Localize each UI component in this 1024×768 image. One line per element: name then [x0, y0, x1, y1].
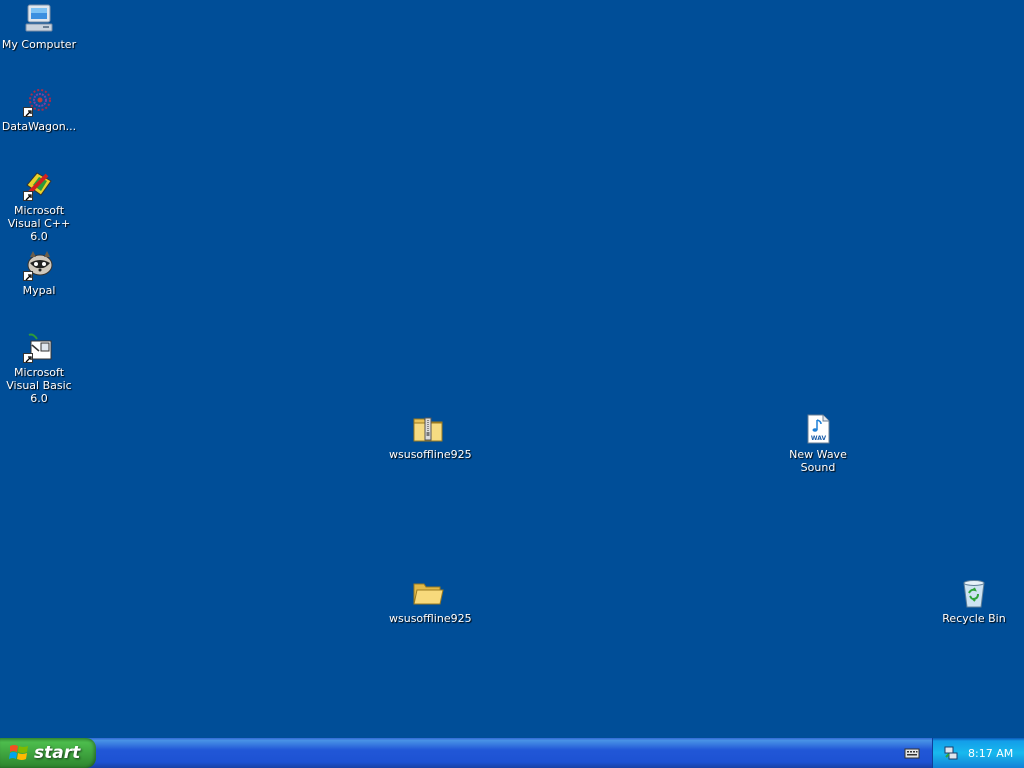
desktop-icon-my-computer[interactable]: My Computer	[0, 3, 78, 51]
mypal-shortcut-icon	[23, 249, 55, 281]
desktop-icon-recycle-bin[interactable]: Recycle Bin	[935, 577, 1013, 625]
svg-text:WAV: WAV	[811, 435, 827, 442]
desktop-icon-visual-basic[interactable]: Microsoft Visual Basic 6.0	[0, 331, 78, 405]
desktop-icon-label: Recycle Bin	[942, 612, 1006, 625]
my-computer-icon	[23, 3, 55, 35]
recycle-bin-icon	[958, 577, 990, 609]
desktop-icon-wsusoffline925-folder[interactable]: wsusoffline925	[389, 577, 472, 625]
system-tray: 8:17 AM	[932, 738, 1024, 768]
desktop-icon-label: wsusoffline925	[389, 448, 472, 461]
zip-folder-icon	[412, 413, 444, 445]
shortcut-arrow-icon	[23, 107, 33, 117]
taskbar: start 8:17 AM	[0, 738, 1024, 768]
desktop: My Computer DataWagon... Microsoft Visua…	[0, 0, 1024, 738]
desktop-icon-label: wsusoffline925	[389, 612, 472, 625]
network-tray-icon[interactable]	[943, 745, 959, 761]
desktop-icon-label: New Wave Sound	[789, 448, 847, 474]
desktop-icon-mypal[interactable]: Mypal	[0, 249, 78, 297]
wav-file-icon: WAV	[802, 413, 834, 445]
desktop-icon-label: My Computer	[1, 38, 77, 51]
desktop-icon-label: Microsoft Visual C++ 6.0	[7, 204, 71, 243]
desktop-icon-label: Mypal	[22, 284, 56, 297]
shortcut-arrow-icon	[23, 191, 33, 201]
visual-cpp-shortcut-icon	[23, 169, 55, 201]
desktop-icon-new-wave-sound[interactable]: WAV New Wave Sound	[779, 413, 857, 474]
desktop-icon-visual-cpp[interactable]: Microsoft Visual C++ 6.0	[0, 169, 78, 243]
datawagon-shortcut-icon	[23, 85, 55, 117]
shortcut-arrow-icon	[23, 353, 33, 363]
folder-icon	[412, 577, 444, 609]
desktop-icon-label: DataWagon...	[1, 120, 77, 133]
windows-logo-icon	[9, 745, 28, 760]
desktop-icon-wsusoffline925-zip[interactable]: wsusoffline925	[389, 413, 472, 461]
start-button[interactable]: start	[0, 738, 96, 768]
desktop-icon-datawagon[interactable]: DataWagon...	[0, 85, 78, 133]
keyboard-language-icon[interactable]	[904, 746, 920, 760]
desktop-icon-label: Microsoft Visual Basic 6.0	[6, 366, 72, 405]
start-label: start	[34, 743, 81, 763]
clock[interactable]: 8:17 AM	[968, 747, 1013, 760]
shortcut-arrow-icon	[23, 271, 33, 281]
visual-basic-shortcut-icon	[23, 331, 55, 363]
